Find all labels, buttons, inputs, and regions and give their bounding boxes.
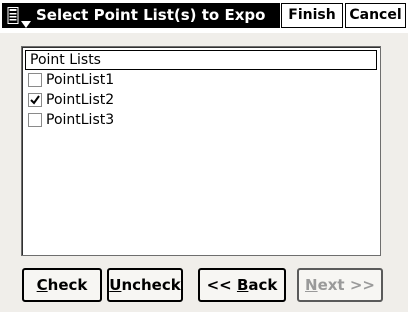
start-menu-button[interactable] — [2, 3, 32, 28]
title-bar: Select Point List(s) to Expo Finish Canc… — [0, 0, 408, 33]
cancel-button[interactable]: Cancel — [345, 3, 406, 28]
column-header-point-lists[interactable]: Point Lists — [25, 50, 377, 70]
list-item-checkbox[interactable] — [28, 113, 42, 127]
point-lists-listview[interactable]: Point Lists PointList1 PointList2 PointL… — [21, 46, 381, 256]
back-label: ack — [248, 276, 278, 294]
list-item-checkbox[interactable] — [28, 93, 42, 107]
checkmark-icon — [30, 95, 40, 105]
next-label: ext >> — [317, 276, 375, 294]
window-title: Select Point List(s) to Expo — [36, 6, 266, 24]
uncheck-button[interactable]: Uncheck — [107, 268, 183, 302]
back-button[interactable]: << Back — [198, 268, 286, 302]
list-item-label: PointList3 — [46, 112, 115, 128]
check-button[interactable]: Check — [22, 268, 102, 302]
uncheck-label: ncheck — [121, 276, 181, 294]
chevron-down-icon — [21, 13, 31, 28]
uncheck-hotkey: U — [109, 276, 122, 294]
list-item-label: PointList2 — [46, 92, 115, 108]
finish-button[interactable]: Finish — [281, 3, 343, 28]
list-item-label: PointList1 — [46, 72, 115, 88]
list-item-checkbox[interactable] — [28, 73, 42, 87]
check-label: heck — [47, 276, 88, 294]
next-hotkey: N — [305, 276, 318, 294]
back-hotkey: B — [236, 276, 249, 294]
check-hotkey: C — [36, 276, 48, 294]
next-button[interactable]: Next >> — [297, 268, 383, 302]
app-menu-icon — [7, 7, 19, 24]
back-prefix: << — [206, 276, 237, 294]
